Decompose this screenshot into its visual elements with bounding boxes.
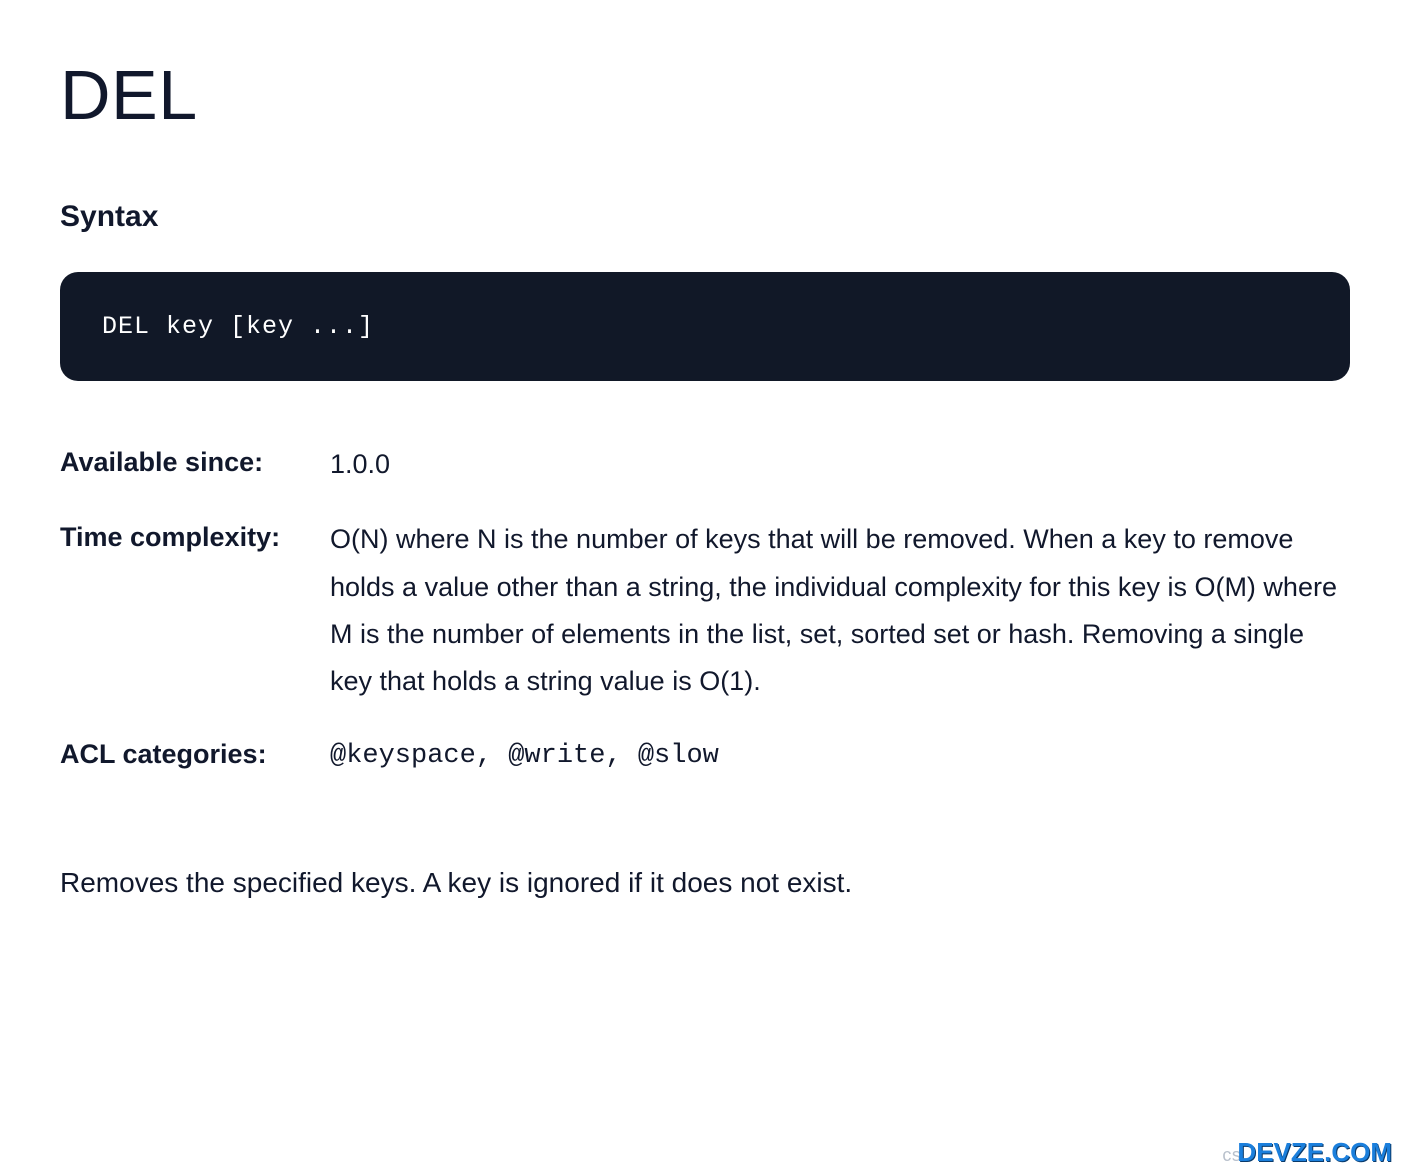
meta-value-time-complexity: O(N) where N is the number of keys that … [330,516,1350,705]
watermark-brand: DEVZE.COM [1237,1137,1392,1167]
page-title: DEL [60,60,1350,130]
meta-row-available-since: Available since: 1.0.0 [60,441,1350,488]
meta-value-available-since: 1.0.0 [330,441,1350,488]
meta-list: Available since: 1.0.0 Time complexity: … [60,441,1350,781]
meta-value-acl-categories: @keyspace, @write, @slow [330,733,1350,780]
meta-row-acl-categories: ACL categories: @keyspace, @write, @slow [60,733,1350,780]
command-description: Removes the specified keys. A key is ign… [60,861,1350,906]
syntax-code-block: DEL key [key ...] [60,272,1350,381]
syntax-heading: Syntax [60,200,1350,234]
meta-label-time-complexity: Time complexity: [60,516,330,559]
meta-label-available-since: Available since: [60,441,330,484]
watermark: csDEVZE.COM [1222,1137,1392,1168]
syntax-code: DEL key [key ...] [102,312,374,341]
meta-row-time-complexity: Time complexity: O(N) where N is the num… [60,516,1350,705]
meta-label-acl-categories: ACL categories: [60,733,330,776]
